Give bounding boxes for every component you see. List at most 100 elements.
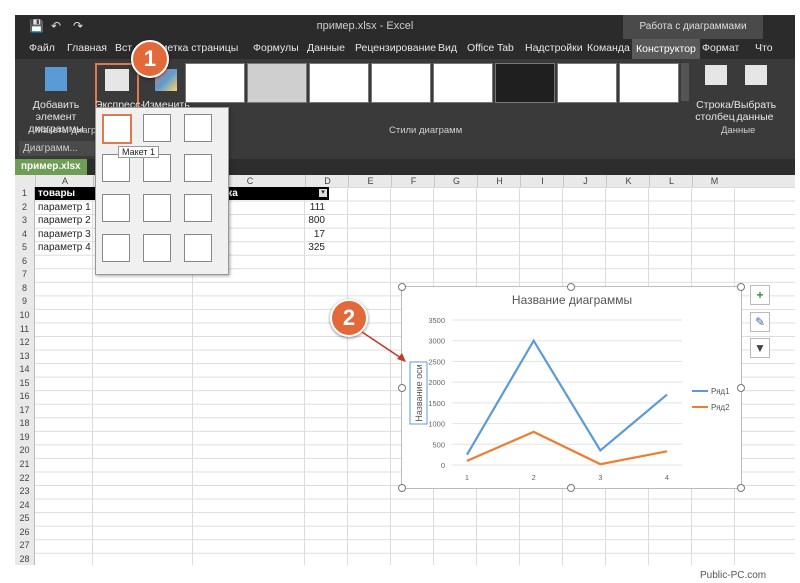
row-header-28[interactable]: 28 — [15, 553, 34, 565]
layout-4-option[interactable] — [102, 154, 130, 182]
cell-sales-value[interactable]: 325 — [235, 241, 325, 254]
row-header-9[interactable]: 9 — [15, 295, 34, 308]
styles-scroll[interactable] — [681, 63, 689, 101]
row-header-23[interactable]: 23 — [15, 485, 34, 498]
row-header-16[interactable]: 16 — [15, 390, 34, 403]
tab-8[interactable]: Office Tab — [467, 42, 514, 54]
cell-product-name[interactable]: параметр 1 — [38, 201, 91, 214]
tab-4[interactable]: Формулы — [253, 42, 299, 54]
resize-handle-t[interactable] — [567, 283, 575, 291]
resize-handle-l[interactable] — [398, 384, 406, 392]
chart-style-3[interactable] — [309, 63, 369, 103]
row-header-11[interactable]: 11 — [15, 323, 34, 336]
row-header-12[interactable]: 12 — [15, 336, 34, 349]
chart-elements-button[interactable]: + — [750, 285, 770, 305]
row-header-27[interactable]: 27 — [15, 539, 34, 552]
column-header-H[interactable]: H — [477, 175, 521, 187]
column-header-J[interactable]: J — [563, 175, 607, 187]
tab-7[interactable]: Вид — [438, 42, 457, 54]
row-header-24[interactable]: 24 — [15, 499, 34, 512]
tab-11[interactable]: Конструктор — [632, 39, 700, 59]
cell-product-name[interactable]: параметр 4 — [38, 241, 91, 254]
chart-style-5[interactable] — [433, 63, 493, 103]
row-header-2[interactable]: 2 — [15, 201, 34, 214]
filter-dropdown-icon[interactable]: ▾ — [319, 189, 327, 197]
tab-1[interactable]: Главная — [67, 42, 107, 54]
chart-style-2[interactable] — [247, 63, 307, 103]
column-header-A[interactable]: A — [35, 175, 94, 187]
layout-3-option[interactable] — [184, 114, 212, 142]
column-header-E[interactable]: E — [348, 175, 392, 187]
layout-12-option[interactable] — [184, 234, 212, 262]
tab-10[interactable]: Команда — [587, 42, 630, 54]
layout-5-option[interactable] — [143, 154, 171, 182]
tab-5[interactable]: Данные — [307, 42, 345, 54]
cell-sales-value[interactable]: 17 — [235, 228, 325, 241]
chart-canvas: Название диаграммы 0 500 1000 1500 2000 2500 30… — [409, 293, 730, 482]
cell-product-name[interactable]: параметр 2 — [38, 214, 91, 227]
resize-handle-br[interactable] — [737, 484, 745, 492]
tab-6[interactable]: Рецензирование — [355, 42, 436, 54]
row-header-18[interactable]: 18 — [15, 417, 34, 430]
row-header-21[interactable]: 21 — [15, 458, 34, 471]
column-header-K[interactable]: K — [606, 175, 650, 187]
resize-handle-bl[interactable] — [398, 484, 406, 492]
layout-11-option[interactable] — [143, 234, 171, 262]
resize-handle-b[interactable] — [567, 484, 575, 492]
row-header-5[interactable]: 5 — [15, 241, 34, 254]
row-header-8[interactable]: 8 — [15, 282, 34, 295]
chart-style-1[interactable] — [185, 63, 245, 103]
column-header-G[interactable]: G — [434, 175, 478, 187]
select-data-button[interactable]: Выбрать данные — [733, 99, 777, 123]
chart-style-7[interactable] — [557, 63, 617, 103]
resize-handle-tl[interactable] — [398, 283, 406, 291]
row-header-25[interactable]: 25 — [15, 512, 34, 525]
row-header-1[interactable]: 1 — [15, 187, 34, 200]
switch-row-column-button[interactable]: Строка/ столбец — [693, 99, 737, 123]
file-tab[interactable]: пример.xlsx — [15, 159, 87, 175]
column-header-F[interactable]: F — [391, 175, 435, 187]
tab-13[interactable]: Что — [755, 42, 773, 54]
x-tick-label: 3 — [598, 473, 602, 482]
resize-handle-tr[interactable] — [737, 283, 745, 291]
row-header-20[interactable]: 20 — [15, 444, 34, 457]
resize-handle-r[interactable] — [737, 384, 745, 392]
column-header-L[interactable]: L — [649, 175, 693, 187]
layout-1-option[interactable] — [102, 114, 132, 144]
row-header-6[interactable]: 6 — [15, 255, 34, 268]
layout-6-option[interactable] — [184, 154, 212, 182]
header-products[interactable]: товары — [38, 187, 75, 200]
row-header-10[interactable]: 10 — [15, 309, 34, 322]
row-header-17[interactable]: 17 — [15, 404, 34, 417]
cell-sales-value[interactable]: 111 — [235, 201, 325, 214]
row-header-14[interactable]: 14 — [15, 363, 34, 376]
row-header-22[interactable]: 22 — [15, 472, 34, 485]
cell-sales-value[interactable]: 800 — [235, 214, 325, 227]
chart-styles-brush-icon[interactable]: ✎ — [750, 312, 770, 332]
layout-2-option[interactable] — [143, 114, 171, 142]
tab-2[interactable]: Вст — [115, 42, 132, 54]
column-header-D[interactable]: D — [305, 175, 349, 187]
layout-9-option[interactable] — [184, 194, 212, 222]
tab-0[interactable]: Файл — [29, 42, 55, 54]
line-chart[interactable]: Название диаграммы 0 500 1000 1500 2000 2500 30… — [401, 286, 742, 489]
chart-style-4[interactable] — [371, 63, 431, 103]
layout-7-option[interactable] — [102, 194, 130, 222]
row-header-19[interactable]: 19 — [15, 431, 34, 444]
tab-12[interactable]: Формат — [702, 42, 739, 54]
column-header-I[interactable]: I — [520, 175, 564, 187]
column-header-M[interactable]: M — [692, 175, 736, 187]
row-header-7[interactable]: 7 — [15, 268, 34, 281]
layout-10-option[interactable] — [102, 234, 130, 262]
tab-9[interactable]: Надстройки — [525, 42, 583, 54]
row-header-15[interactable]: 15 — [15, 377, 34, 390]
row-header-13[interactable]: 13 — [15, 350, 34, 363]
chart-filter-icon[interactable]: ▼ — [750, 338, 770, 358]
layout-8-option[interactable] — [143, 194, 171, 222]
row-header-3[interactable]: 3 — [15, 214, 34, 227]
row-header-4[interactable]: 4 — [15, 228, 34, 241]
chart-style-6[interactable] — [495, 63, 555, 103]
chart-style-8[interactable] — [619, 63, 679, 103]
cell-product-name[interactable]: параметр 3 — [38, 228, 91, 241]
row-header-26[interactable]: 26 — [15, 526, 34, 539]
